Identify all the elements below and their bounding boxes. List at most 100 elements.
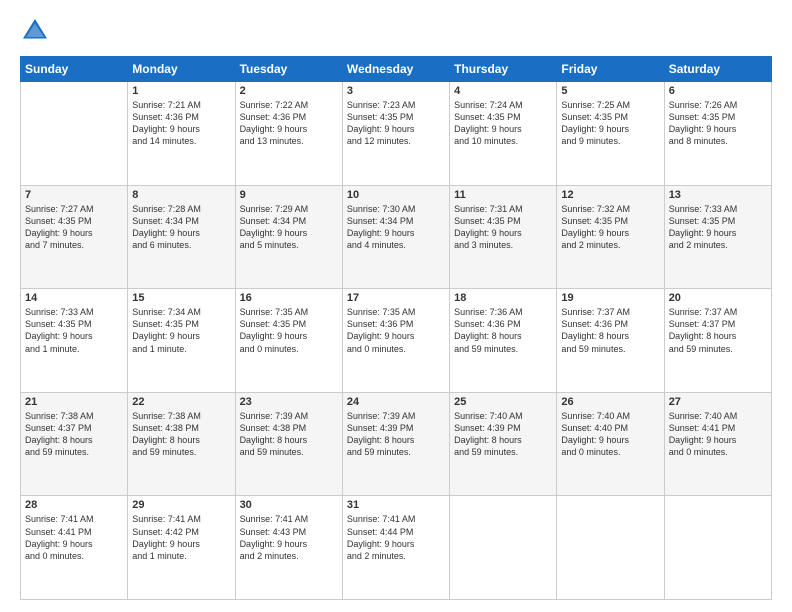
day-info: Sunrise: 7:37 AM Sunset: 4:37 PM Dayligh… — [669, 306, 767, 355]
day-info: Sunrise: 7:40 AM Sunset: 4:39 PM Dayligh… — [454, 410, 552, 459]
day-number: 20 — [669, 292, 767, 304]
day-info: Sunrise: 7:21 AM Sunset: 4:36 PM Dayligh… — [132, 99, 230, 148]
day-info: Sunrise: 7:37 AM Sunset: 4:36 PM Dayligh… — [561, 306, 659, 355]
day-info: Sunrise: 7:35 AM Sunset: 4:36 PM Dayligh… — [347, 306, 445, 355]
calendar-cell: 28 Sunrise: 7:41 AM Sunset: 4:41 PM Dayli… — [21, 496, 128, 600]
day-number: 12 — [561, 189, 659, 201]
day-number: 27 — [669, 396, 767, 408]
day-info: Sunrise: 7:22 AM Sunset: 4:36 PM Dayligh… — [240, 99, 338, 148]
day-info: Sunrise: 7:33 AM Sunset: 4:35 PM Dayligh… — [669, 203, 767, 252]
day-info: Sunrise: 7:25 AM Sunset: 4:35 PM Dayligh… — [561, 99, 659, 148]
day-number: 29 — [132, 499, 230, 511]
day-number: 28 — [25, 499, 123, 511]
calendar-cell: 4Sunrise: 7:24 AM Sunset: 4:35 PM Daylig… — [450, 82, 557, 186]
calendar-cell: 23Sunrise: 7:39 AM Sunset: 4:38 PM Dayli… — [235, 392, 342, 496]
day-number: 13 — [669, 189, 767, 201]
calendar-week-2: 7 Sunrise: 7:27 AM Sunset: 4:35 PM Daylig… — [21, 185, 772, 289]
day-number: 11 — [454, 189, 552, 201]
calendar-week-5: 28 Sunrise: 7:41 AM Sunset: 4:41 PM Dayli… — [21, 496, 772, 600]
col-header-sunday: Sunday — [21, 57, 128, 82]
day-number: 18 — [454, 292, 552, 304]
day-number: 25 — [454, 396, 552, 408]
calendar-cell: 8 Sunrise: 7:28 AM Sunset: 4:34 PM Daylig… — [128, 185, 235, 289]
day-info: Sunrise: 7:32 AM Sunset: 4:35 PM Dayligh… — [561, 203, 659, 252]
day-number: 31 — [347, 499, 445, 511]
day-info: Sunrise: 7:40 AM Sunset: 4:40 PM Dayligh… — [561, 410, 659, 459]
day-number: 17 — [347, 292, 445, 304]
day-number: 2 — [240, 85, 338, 97]
calendar-week-3: 14 Sunrise: 7:33 AM Sunset: 4:35 PM Dayli… — [21, 289, 772, 393]
calendar-cell: 12 Sunrise: 7:32 AM Sunset: 4:35 PM Dayli… — [557, 185, 664, 289]
col-header-friday: Friday — [557, 57, 664, 82]
day-info: Sunrise: 7:27 AM Sunset: 4:35 PM Dayligh… — [25, 203, 123, 252]
day-info: Sunrise: 7:36 AM Sunset: 4:36 PM Dayligh… — [454, 306, 552, 355]
day-info: Sunrise: 7:41 AM Sunset: 4:42 PM Dayligh… — [132, 513, 230, 562]
day-number: 19 — [561, 292, 659, 304]
col-header-saturday: Saturday — [664, 57, 771, 82]
day-info: Sunrise: 7:38 AM Sunset: 4:37 PM Dayligh… — [25, 410, 123, 459]
day-number: 9 — [240, 189, 338, 201]
calendar-week-4: 21 Sunrise: 7:38 AM Sunset: 4:37 PM Dayli… — [21, 392, 772, 496]
calendar-cell: 24 Sunrise: 7:39 AM Sunset: 4:39 PM Dayli… — [342, 392, 449, 496]
calendar-cell: 1 Sunrise: 7:21 AM Sunset: 4:36 PM Daylig… — [128, 82, 235, 186]
calendar-cell: 13 Sunrise: 7:33 AM Sunset: 4:35 PM Dayli… — [664, 185, 771, 289]
day-number: 16 — [240, 292, 338, 304]
calendar-cell: 9 Sunrise: 7:29 AM Sunset: 4:34 PM Daylig… — [235, 185, 342, 289]
day-number: 24 — [347, 396, 445, 408]
calendar-cell: 15 Sunrise: 7:34 AM Sunset: 4:35 PM Dayli… — [128, 289, 235, 393]
day-info: Sunrise: 7:35 AM Sunset: 4:35 PM Dayligh… — [240, 306, 338, 355]
day-number: 7 — [25, 189, 123, 201]
day-info: Sunrise: 7:23 AM Sunset: 4:35 PM Dayligh… — [347, 99, 445, 148]
day-info: Sunrise: 7:38 AM Sunset: 4:38 PM Dayligh… — [132, 410, 230, 459]
day-number: 5 — [561, 85, 659, 97]
day-info: Sunrise: 7:28 AM Sunset: 4:34 PM Dayligh… — [132, 203, 230, 252]
calendar-week-1: 1 Sunrise: 7:21 AM Sunset: 4:36 PM Daylig… — [21, 82, 772, 186]
day-info: Sunrise: 7:31 AM Sunset: 4:35 PM Dayligh… — [454, 203, 552, 252]
day-number: 15 — [132, 292, 230, 304]
header — [20, 16, 772, 46]
day-number: 3 — [347, 85, 445, 97]
day-info: Sunrise: 7:41 AM Sunset: 4:41 PM Dayligh… — [25, 513, 123, 562]
day-number: 21 — [25, 396, 123, 408]
calendar-cell: 30 Sunrise: 7:41 AM Sunset: 4:43 PM Dayli… — [235, 496, 342, 600]
col-header-wednesday: Wednesday — [342, 57, 449, 82]
calendar-cell: 27Sunrise: 7:40 AM Sunset: 4:41 PM Dayli… — [664, 392, 771, 496]
calendar-cell — [21, 82, 128, 186]
calendar-header-row: SundayMondayTuesdayWednesdayThursdayFrid… — [21, 57, 772, 82]
calendar-cell: 21 Sunrise: 7:38 AM Sunset: 4:37 PM Dayli… — [21, 392, 128, 496]
day-number: 30 — [240, 499, 338, 511]
day-info: Sunrise: 7:41 AM Sunset: 4:44 PM Dayligh… — [347, 513, 445, 562]
calendar-cell: 26 Sunrise: 7:40 AM Sunset: 4:40 PM Dayli… — [557, 392, 664, 496]
calendar-cell: 7 Sunrise: 7:27 AM Sunset: 4:35 PM Daylig… — [21, 185, 128, 289]
page: SundayMondayTuesdayWednesdayThursdayFrid… — [0, 0, 792, 612]
day-info: Sunrise: 7:34 AM Sunset: 4:35 PM Dayligh… — [132, 306, 230, 355]
day-number: 6 — [669, 85, 767, 97]
calendar-cell: 11 Sunrise: 7:31 AM Sunset: 4:35 PM Dayli… — [450, 185, 557, 289]
calendar-cell: 20 Sunrise: 7:37 AM Sunset: 4:37 PM Dayli… — [664, 289, 771, 393]
calendar-cell: 17 Sunrise: 7:35 AM Sunset: 4:36 PM Dayli… — [342, 289, 449, 393]
day-number: 1 — [132, 85, 230, 97]
day-info: Sunrise: 7:41 AM Sunset: 4:43 PM Dayligh… — [240, 513, 338, 562]
day-number: 10 — [347, 189, 445, 201]
day-info: Sunrise: 7:39 AM Sunset: 4:39 PM Dayligh… — [347, 410, 445, 459]
day-info: Sunrise: 7:26 AM Sunset: 4:35 PM Dayligh… — [669, 99, 767, 148]
day-number: 8 — [132, 189, 230, 201]
calendar-cell: 10 Sunrise: 7:30 AM Sunset: 4:34 PM Dayli… — [342, 185, 449, 289]
calendar-cell: 19 Sunrise: 7:37 AM Sunset: 4:36 PM Dayli… — [557, 289, 664, 393]
logo — [20, 16, 54, 46]
calendar-cell — [450, 496, 557, 600]
calendar-cell: 18 Sunrise: 7:36 AM Sunset: 4:36 PM Dayli… — [450, 289, 557, 393]
day-number: 4 — [454, 85, 552, 97]
col-header-thursday: Thursday — [450, 57, 557, 82]
day-number: 22 — [132, 396, 230, 408]
day-info: Sunrise: 7:33 AM Sunset: 4:35 PM Dayligh… — [25, 306, 123, 355]
day-number: 23 — [240, 396, 338, 408]
day-info: Sunrise: 7:30 AM Sunset: 4:34 PM Dayligh… — [347, 203, 445, 252]
day-number: 14 — [25, 292, 123, 304]
calendar-cell: 5 Sunrise: 7:25 AM Sunset: 4:35 PM Daylig… — [557, 82, 664, 186]
calendar-cell — [664, 496, 771, 600]
calendar-cell: 2 Sunrise: 7:22 AM Sunset: 4:36 PM Daylig… — [235, 82, 342, 186]
day-info: Sunrise: 7:29 AM Sunset: 4:34 PM Dayligh… — [240, 203, 338, 252]
calendar-cell: 14 Sunrise: 7:33 AM Sunset: 4:35 PM Dayli… — [21, 289, 128, 393]
day-number: 26 — [561, 396, 659, 408]
